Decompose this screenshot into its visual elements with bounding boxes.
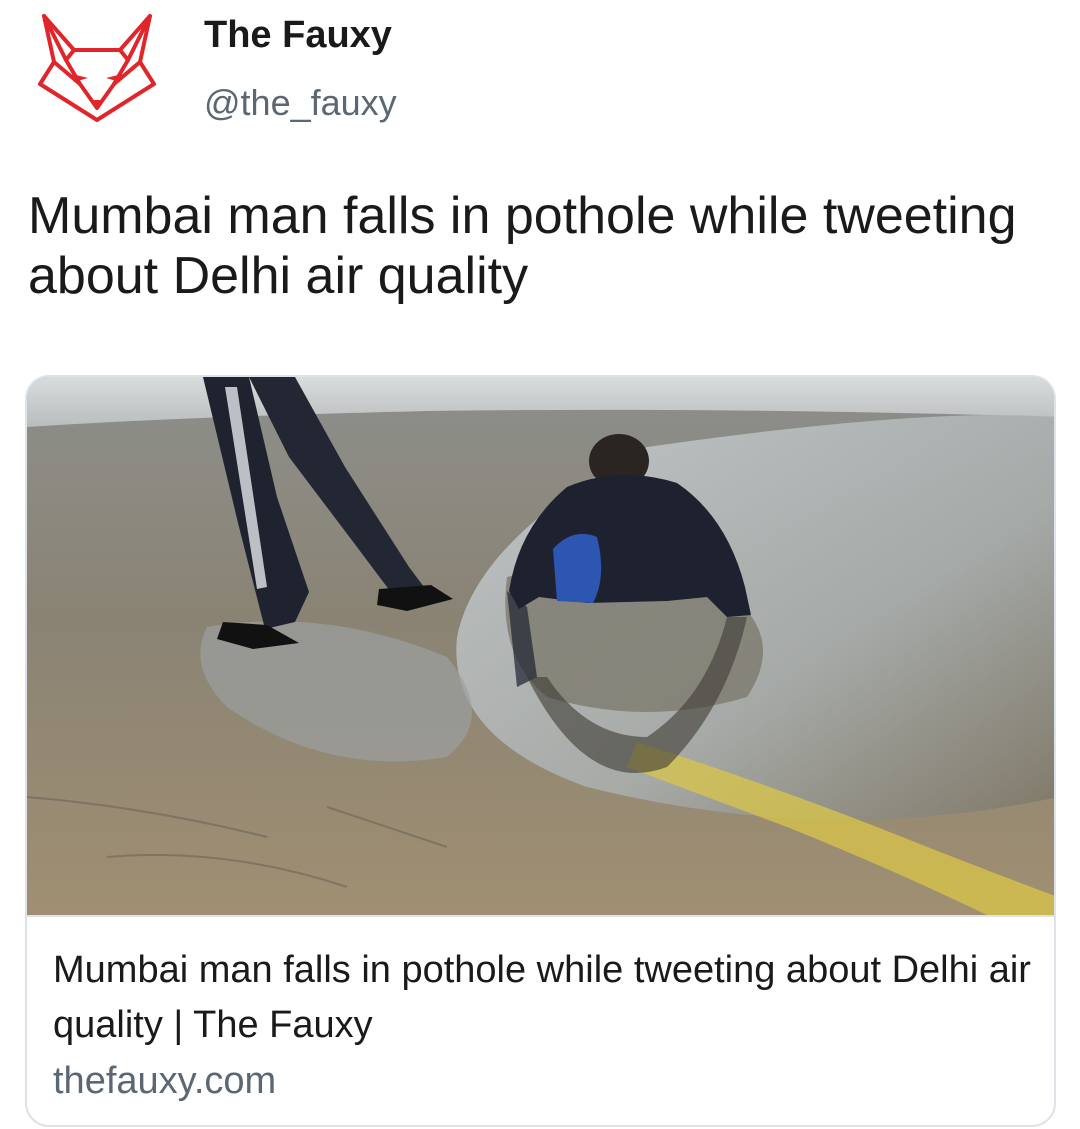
author-handle[interactable]: @the_fauxy (204, 81, 397, 125)
card-divider (27, 915, 1054, 917)
card-title[interactable]: Mumbai man falls in pothole while tweeti… (53, 943, 1033, 1053)
link-card[interactable]: Mumbai man falls in pothole while tweeti… (25, 375, 1056, 1127)
author-display-name[interactable]: The Fauxy (204, 12, 392, 58)
pothole-photo[interactable] (27, 377, 1056, 915)
card-domain[interactable]: thefauxy.com (53, 1059, 276, 1103)
tweet: The Fauxy @the_fauxy Mumbai man falls in… (0, 0, 1080, 1129)
tweet-text: Mumbai man falls in pothole while tweeti… (28, 187, 1017, 305)
fox-logo-icon[interactable] (36, 10, 158, 128)
